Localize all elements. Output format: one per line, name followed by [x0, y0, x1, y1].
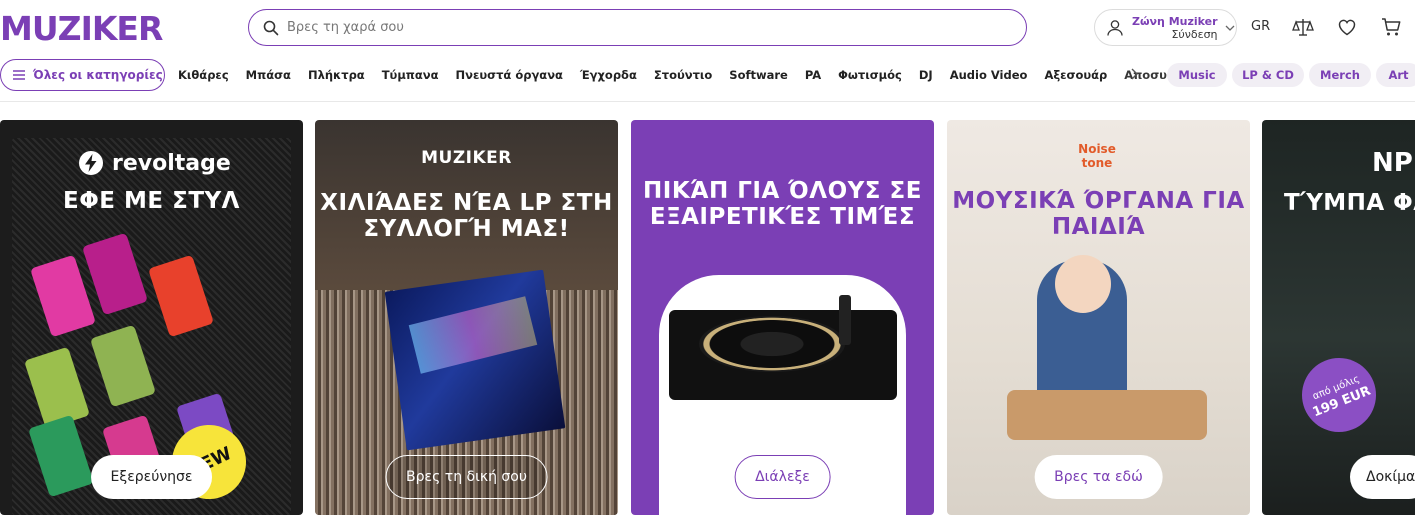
category-lighting[interactable]: Φωτισμός	[838, 68, 902, 82]
pill-art[interactable]: Art	[1376, 63, 1415, 87]
child-head	[1055, 255, 1111, 313]
account-button[interactable]: Ζώνη Muziker Σύνδεση	[1094, 9, 1237, 46]
explore-button[interactable]: Εξερεύνησε	[90, 455, 213, 499]
noise-tone-logo: Noise tone	[1078, 142, 1116, 170]
muziker-logo[interactable]: MUZIKER	[0, 8, 163, 48]
language-selector[interactable]: GR	[1251, 19, 1270, 34]
pill-merch[interactable]: Merch	[1309, 63, 1371, 87]
category-basses[interactable]: Μπάσα	[246, 68, 291, 82]
category-pa[interactable]: PA	[805, 68, 821, 82]
revoltage-text: revoltage	[112, 150, 231, 176]
banner-revoltage[interactable]: revoltage ΕΦΕ ΜΕ ΣΤΥΛ NEW Εξερεύνησε	[0, 120, 303, 515]
search-bar[interactable]	[248, 9, 1027, 46]
compare-icon[interactable]	[1292, 16, 1314, 38]
user-icon	[1107, 19, 1123, 36]
try-button[interactable]: Δοκίμα	[1350, 455, 1415, 499]
category-software[interactable]: Software	[729, 68, 788, 82]
tonearm	[839, 295, 851, 345]
category-accessories[interactable]: Αξεσουάρ	[1044, 68, 1107, 82]
banner-title: ΤΎΜΠΑ ΦΑΝΤΑΣΤΙΚ	[1284, 190, 1415, 216]
header-divider	[0, 101, 1415, 102]
banner-vinyl[interactable]: MUZIKER ΧΙΛΙΆΔΕΣ ΝΈΑ LP ΣΤΗ ΣΥΛΛΟΓΉ ΜΑΣ!…	[315, 120, 618, 515]
search-input[interactable]	[287, 20, 987, 35]
banner-title: ΕΦΕ ΜΕ ΣΤΥΛ	[63, 188, 240, 214]
toy-instruments-image	[1007, 390, 1207, 440]
category-guitars[interactable]: Κιθάρες	[178, 68, 229, 82]
price-badge: από μόλις 199 EUR	[1290, 346, 1388, 444]
muziker-small-logo: MUZIKER	[421, 148, 512, 168]
chevron-right-icon[interactable]	[1127, 66, 1141, 82]
find-yours-button[interactable]: Βρες τη δική σου	[385, 455, 548, 499]
find-here-button[interactable]: Βρες τα εδώ	[1034, 455, 1163, 499]
chevron-down-icon	[1225, 25, 1235, 31]
banner-title: ΜΟΥΣΙΚΆ ΌΡΓΑΝΑ ΓΙΑ ΠΑΙΔΙΆ	[952, 188, 1245, 240]
np-logo: NP	[1372, 148, 1413, 178]
category-wind[interactable]: Πνευστά όργανα	[456, 68, 563, 82]
choose-button[interactable]: Διάλεξε	[734, 455, 831, 499]
category-nav: Κιθάρες Μπάσα Πλήκτρα Τύμπανα Πνευστά όρ…	[178, 59, 1206, 91]
pill-music[interactable]: Music	[1167, 63, 1227, 87]
search-icon	[263, 20, 279, 35]
category-strings[interactable]: Έγχορδα	[580, 68, 637, 82]
category-keys[interactable]: Πλήκτρα	[308, 68, 365, 82]
banner-kids[interactable]: Noise tone ΜΟΥΣΙΚΆ ΌΡΓΑΝΑ ΓΙΑ ΠΑΙΔΙΆ Βρε…	[947, 120, 1250, 515]
account-login-label: Σύνδεση	[1171, 27, 1218, 41]
heart-icon[interactable]	[1336, 16, 1358, 38]
banner-drums[interactable]: NP ΤΎΜΠΑ ΦΑΝΤΑΣΤΙΚ από μόλις 199 EUR Δοκ…	[1262, 120, 1415, 515]
category-studio[interactable]: Στούντιο	[654, 68, 712, 82]
menu-icon	[13, 70, 25, 80]
banner-title: ΠΙΚΆΠ ΓΙΑ ΌΛΟΥΣ ΣΕ ΕΞΑΙΡΕΤΙΚΈΣ ΤΙΜΈΣ	[643, 178, 922, 230]
turntable-platter	[699, 316, 845, 372]
category-drums[interactable]: Τύμπανα	[382, 68, 439, 82]
bolt-icon	[79, 151, 103, 175]
logo-text: MUZIKER	[0, 8, 163, 48]
pill-lp-cd[interactable]: LP & CD	[1232, 63, 1304, 87]
banner-title: ΧΙΛΙΆΔΕΣ ΝΈΑ LP ΣΤΗ ΣΥΛΛΟΓΉ ΜΑΣ!	[320, 190, 613, 242]
all-categories-button[interactable]: Όλες οι κατηγορίες	[0, 59, 165, 91]
banner-turntables[interactable]: ΠΙΚΆΠ ΓΙΑ ΌΛΟΥΣ ΣΕ ΕΞΑΙΡΕΤΙΚΈΣ ΤΙΜΈΣ Διά…	[631, 120, 934, 515]
all-categories-label: Όλες οι κατηγορίες	[33, 68, 163, 82]
revoltage-brand: revoltage	[78, 150, 231, 176]
category-audio-video[interactable]: Audio Video	[950, 68, 1028, 82]
cart-icon[interactable]	[1380, 16, 1402, 38]
account-zone-label: Ζώνη Muziker	[1132, 14, 1218, 28]
category-dj[interactable]: DJ	[919, 68, 933, 82]
